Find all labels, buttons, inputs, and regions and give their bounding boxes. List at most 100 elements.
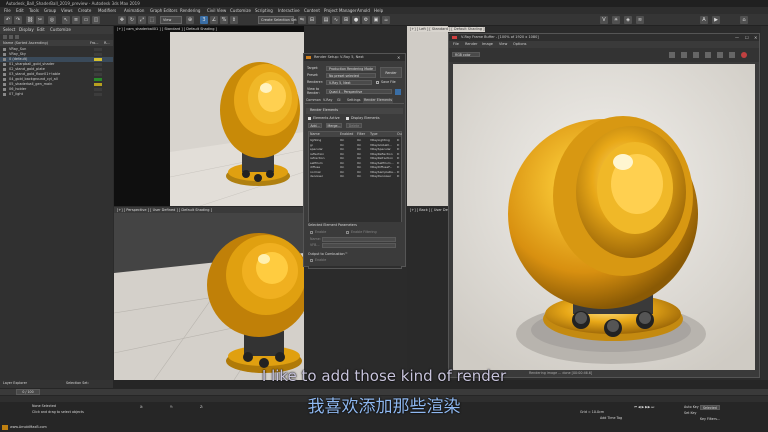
vfb-menu-render[interactable]: Render (465, 42, 477, 47)
lens-effects-icon[interactable] (705, 52, 711, 58)
visibility-icon[interactable] (3, 63, 6, 66)
visibility-icon[interactable] (3, 53, 6, 56)
display-elements-checkbox[interactable] (346, 117, 349, 120)
undo-icon[interactable]: ↶ (4, 16, 12, 24)
display-lights-icon[interactable] (15, 35, 19, 39)
bind-space-warp-icon[interactable]: ◎ (48, 16, 56, 24)
align-icon[interactable]: ⊟ (308, 16, 316, 24)
table-row[interactable]: denoiser On On VRayDenoiser D (309, 174, 401, 179)
visibility-icon[interactable] (3, 78, 6, 81)
lock-view-icon[interactable] (395, 89, 401, 95)
column-output[interactable]: Ou (397, 132, 402, 137)
menu-edit[interactable]: Edit (16, 7, 24, 14)
close-icon[interactable]: ✕ (397, 55, 400, 60)
rectangle-select-icon[interactable]: ▭ (82, 16, 90, 24)
layer-icon[interactable]: ▤ (322, 16, 330, 24)
target-dropdown[interactable]: Production Rendering Mode (326, 66, 376, 71)
vfb-menu-file[interactable]: File (453, 42, 459, 47)
view-to-render-dropdown[interactable]: Quad 4 - Perspective (326, 89, 392, 94)
vfb-menu-view[interactable]: View (499, 42, 507, 47)
menu-create[interactable]: Create (78, 7, 91, 14)
filter-icon[interactable] (3, 35, 7, 39)
move-icon[interactable]: ✥ (118, 16, 126, 24)
menu-animation[interactable]: Animation (124, 7, 144, 14)
unlink-icon[interactable]: ✂ (36, 16, 44, 24)
select-object-icon[interactable]: ↖ (62, 16, 70, 24)
vray-icon[interactable]: V (600, 16, 608, 24)
placement-icon[interactable]: ⬚ (148, 16, 156, 24)
viewport-back[interactable]: [+] [ Back ] [ User Defined ] [ Default … (407, 207, 493, 380)
tab-edit[interactable]: Edit (37, 26, 45, 34)
menu-rendering[interactable]: Rendering (180, 7, 200, 14)
vfb-menu-image[interactable]: Image (482, 42, 493, 47)
save-image-icon[interactable] (669, 52, 675, 58)
viewport-label[interactable]: [+] [ Left ] [ Standard ] [ Default Shad… (410, 27, 485, 32)
menu-interactive[interactable]: Interactive (278, 7, 300, 14)
viewport-left[interactable]: [+] [ Left ] [ Standard ] [ Default Shad… (407, 26, 485, 206)
render-frame-icon[interactable]: ▣ (372, 16, 380, 24)
menu-content[interactable]: Content (304, 7, 320, 14)
tab-vray[interactable]: V-Ray (323, 98, 332, 103)
element-file-field[interactable] (322, 243, 396, 248)
list-item[interactable]: 07_light (0, 92, 113, 97)
window-crossing-icon[interactable]: ◫ (92, 16, 100, 24)
close-icon[interactable]: ✕ (754, 34, 757, 41)
preset-dropdown[interactable]: No preset selected (326, 73, 376, 78)
percent-snap-icon[interactable]: % (220, 16, 228, 24)
schematic-icon[interactable]: ⊞ (342, 16, 350, 24)
key-filters-button[interactable]: Key Filters... (700, 417, 720, 422)
render-production-icon[interactable]: ☕ (382, 16, 390, 24)
save-file-checkbox[interactable] (376, 81, 379, 84)
tab-select[interactable]: Select (3, 26, 15, 34)
arnold-icon[interactable]: A (700, 16, 708, 24)
region-render-icon[interactable] (717, 52, 723, 58)
delete-element-button[interactable]: Delete (346, 123, 362, 128)
display-objects-icon[interactable] (9, 35, 13, 39)
element-name-field[interactable] (322, 237, 396, 242)
menu-arnold[interactable]: Arnold (357, 7, 370, 14)
vray-proxy-icon[interactable]: ◈ (624, 16, 632, 24)
enable-filtering-checkbox[interactable] (346, 231, 349, 234)
menu-customize[interactable]: Customize (230, 7, 251, 14)
column-filter[interactable]: Filter (357, 132, 365, 137)
vfb-menu-options[interactable]: Options (513, 42, 527, 47)
elements-active-checkbox[interactable] (308, 117, 311, 120)
clear-image-icon[interactable] (681, 52, 687, 58)
arnold-render-icon[interactable]: ▶ (712, 16, 720, 24)
column-type[interactable]: Type (370, 132, 378, 137)
angle-snap-icon[interactable]: ∠ (210, 16, 218, 24)
minimize-icon[interactable]: — (735, 34, 739, 41)
viewport-perspective[interactable]: [+] [ Perspective ] [ User Defined ] [ D… (114, 207, 304, 380)
curve-editor-icon[interactable]: ∿ (332, 16, 340, 24)
menu-civil-view[interactable]: Civil View (207, 7, 226, 14)
column-name[interactable]: Name (Sorted Ascending) (3, 40, 48, 46)
merge-element-button[interactable]: Merge... (326, 123, 342, 128)
menu-file[interactable]: File (4, 7, 11, 14)
visibility-icon[interactable] (3, 48, 6, 51)
pivot-icon[interactable]: ⊕ (186, 16, 194, 24)
tab-display[interactable]: Display (19, 26, 34, 34)
tab-settings[interactable]: Settings (347, 98, 361, 103)
link-icon[interactable]: ⛓ (26, 16, 34, 24)
visibility-icon[interactable] (3, 83, 6, 86)
tab-render-elements[interactable]: Render Elements (363, 98, 394, 103)
menu-graph-editors[interactable]: Graph Editors (150, 7, 177, 14)
tab-customize[interactable]: Customize (50, 26, 71, 34)
menu-scripting[interactable]: Scripting (255, 7, 273, 14)
menu-group[interactable]: Group (44, 7, 56, 14)
render-elements-rollout[interactable]: Render Elements (306, 108, 403, 114)
render-setup-icon[interactable]: ⚙ (362, 16, 370, 24)
history-icon[interactable] (693, 52, 699, 58)
channel-dropdown[interactable]: RGB color (452, 52, 480, 57)
stop-render-icon[interactable] (741, 52, 747, 58)
maximize-icon[interactable]: ☐ (745, 34, 749, 41)
reference-coordinate-select[interactable]: View (160, 16, 182, 24)
scale-icon[interactable]: ⤢ (138, 16, 146, 24)
rotate-icon[interactable]: ↻ (128, 16, 136, 24)
column-enabled[interactable]: Enabled (340, 132, 353, 137)
renderer-dropdown[interactable]: V-Ray 5, Next (326, 80, 372, 85)
add-element-button[interactable]: Add... (308, 123, 322, 128)
tab-gi[interactable]: GI (337, 98, 341, 103)
visibility-icon[interactable] (3, 58, 6, 61)
redo-icon[interactable]: ↷ (14, 16, 22, 24)
